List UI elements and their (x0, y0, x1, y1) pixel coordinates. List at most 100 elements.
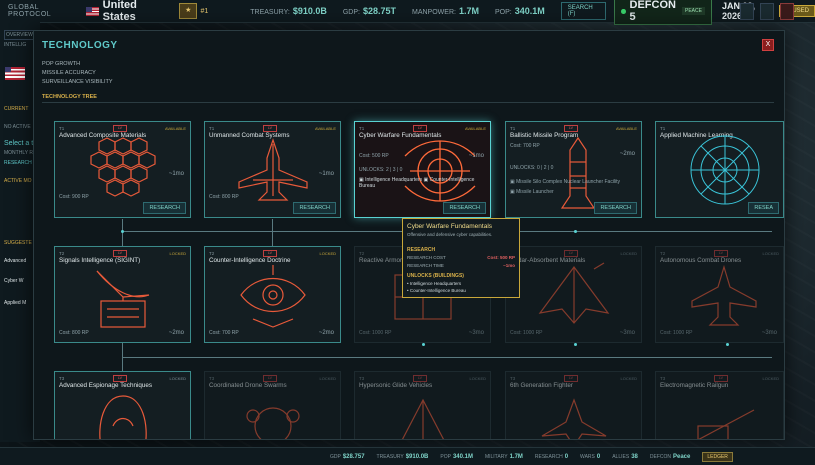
tier-badge: LV (714, 250, 728, 257)
research-time: ~1mo (318, 171, 334, 177)
research-time: ~1mo (168, 171, 184, 177)
exit-button[interactable] (780, 3, 794, 20)
defcon-level: DEFCON 5 (629, 0, 676, 23)
tech-card-ballistic-missile-program[interactable]: T1 LV AVAILABLE Ballistic Missile Progra… (505, 121, 642, 218)
tier-badge: LV (564, 125, 578, 132)
intel-tab[interactable]: INTELLIG (4, 42, 26, 48)
suggested-heading: SUGGESTE (4, 240, 32, 246)
tier-badge: LV (113, 125, 127, 132)
research-cost: Cost: 1000 RP (660, 330, 693, 336)
tech-card-6th-generation-fighter[interactable]: T3 LV LOCKED 6th Generation Fighter (505, 371, 642, 439)
unlock-item: ▣ Intelligence Headquarters ▣ Counter-In… (359, 177, 475, 189)
close-button[interactable]: X (762, 39, 774, 51)
tree-node (574, 343, 577, 346)
tech-card-unmanned-combat-systems[interactable]: T1 LV AVAILABLE Unmanned Combat Systems … (204, 121, 341, 218)
tier-label: T1 (660, 126, 666, 131)
research-cost: Cost: 800 RP (59, 330, 89, 336)
manpower-stat: MANPOWER: 1.7M (412, 6, 479, 16)
pop-stat: POP: 340.1M (494, 6, 545, 16)
tech-card-advanced-composite-materials[interactable]: T1 LV AVAILABLE Advanced Composite Mater… (54, 121, 191, 218)
status-label: LOCKED (762, 376, 779, 381)
drone-swarm-icon (246, 407, 300, 439)
tooltip-description: Offensive and defensive cyber capabiliti… (407, 232, 493, 237)
research-cost: Cost: 1000 RP (510, 330, 543, 336)
suggested-item[interactable]: Applied M (4, 300, 26, 306)
suggested-item[interactable]: Advanced (4, 258, 26, 264)
research-button[interactable]: RESEA (748, 202, 779, 214)
tech-card-radar-absorbent-materials[interactable]: T2 LV LOCKED Radar-Absorbent Materials ~… (505, 246, 642, 343)
modal-title: TECHNOLOGY (42, 40, 118, 51)
tier-badge: LV (413, 375, 427, 382)
menu-button[interactable] (760, 3, 774, 20)
tech-card-advanced-espionage-techniques[interactable]: T3 LV LOCKED Advanced Espionage Techniqu… (54, 371, 191, 439)
tech-card-autonomous-combat-drones[interactable]: T2 LV LOCKED Autonomous Combat Drones ~3… (655, 246, 784, 343)
tier-badge: LV (263, 375, 277, 382)
tree-node (422, 343, 425, 346)
tier-badge: LV (413, 125, 427, 132)
metric-missile-accuracy: MISSILE ACCURACY (42, 70, 96, 76)
stealth-jet-icon (538, 262, 610, 324)
tree-connector (272, 219, 273, 246)
status-label: AVAILABLE (165, 126, 186, 131)
research-label: RESEARCH (4, 160, 32, 166)
status-label: AVAILABLE (616, 126, 637, 131)
glide-vehicle-icon (401, 398, 445, 439)
status-label: LOCKED (319, 251, 336, 256)
bottom-wars: WARS 0 (580, 453, 601, 460)
monthly-label: MONTHLY R (4, 150, 33, 156)
tech-card-applied-machine-learning[interactable]: T1 Applied Machine Learning RESEA (655, 121, 784, 218)
tree-node (726, 343, 729, 346)
tier-label: T2 (359, 251, 365, 256)
current-heading: CURRENT (4, 106, 29, 112)
bottom-bar: GDP $28.757 TREASURY $910.0B POP 340.1M MIL… (0, 447, 815, 465)
tier-label: T3 (660, 376, 666, 381)
tier-badge: LV (564, 375, 578, 382)
status-label: AVAILABLE (465, 126, 486, 131)
research-time: ~1mo (468, 153, 484, 159)
research-cost: Cost: 500 RP (359, 153, 389, 159)
drone-jet-icon (238, 138, 308, 201)
suggested-item[interactable]: Cyber W (4, 278, 23, 284)
us-flag-icon (85, 6, 99, 16)
bottom-pop: POP 340.1M (440, 453, 473, 460)
status-label: LOCKED (319, 376, 336, 381)
status-label: LOCKED (169, 376, 186, 381)
speed-button[interactable] (740, 3, 754, 20)
bottom-gdp: GDP $28.757 (330, 453, 365, 460)
neural-network-globe-icon (690, 135, 760, 205)
defcon-state: PEACE (681, 7, 705, 15)
ledger-button[interactable]: LEDGER (702, 451, 733, 462)
tier-badge: LV (113, 375, 127, 382)
status-label: LOCKED (762, 251, 779, 256)
tech-card-hypersonic-glide-vehicles[interactable]: T3 LV LOCKED Hypersonic Glide Vehicles (354, 371, 491, 439)
tier-label: T1 (510, 126, 516, 131)
defcon-indicator[interactable]: DEFCON 5 PEACE (614, 0, 712, 25)
missile-icon (560, 136, 596, 209)
research-button[interactable]: RESEARCH (293, 202, 336, 214)
divider (42, 102, 774, 103)
overview-tab[interactable]: OVERVIEW (4, 30, 35, 40)
tooltip-cost-row: RESEARCH COST Cost: 500 RP (407, 255, 515, 260)
select-link[interactable]: Select a t (4, 140, 33, 147)
research-time: ~3mo (761, 330, 777, 336)
search-button[interactable]: SEARCH (F) (560, 2, 607, 20)
research-button[interactable]: RESEARCH (594, 202, 637, 214)
status-label: LOCKED (620, 376, 637, 381)
tech-card-coordinated-drone-swarms[interactable]: T3 LV LOCKED Coordinated Drone Swarms (204, 371, 341, 439)
tech-card-electromagnetic-railgun[interactable]: T3 LV LOCKED Electromagnetic Railgun (655, 371, 784, 439)
drone-icon (691, 264, 757, 326)
cyber-circuit-icon (404, 140, 476, 202)
status-dot-icon (621, 8, 626, 14)
research-button[interactable]: RESEARCH (443, 202, 486, 214)
research-button[interactable]: RESEARCH (143, 202, 186, 214)
tech-card-signals-intelligence[interactable]: T2 LV LOCKED Signals Intelligence (SIGIN… (54, 246, 191, 343)
tech-card-counter-intelligence-doctrine[interactable]: T2 LV LOCKED Counter-Intelligence Doctri… (204, 246, 341, 343)
status-label: AVAILABLE (315, 126, 336, 131)
tech-card-cyber-warfare-fundamentals[interactable]: T1 LV AVAILABLE Cyber Warfare Fundamenta… (354, 121, 491, 218)
bottom-military: MILITARY 1.7M (484, 453, 523, 460)
unlock-item: ▣ Missile Launcher (510, 189, 554, 195)
research-time: ~3mo (619, 330, 635, 336)
tier-label: T2 (209, 251, 215, 256)
country-name[interactable]: United States (103, 0, 167, 23)
unlocks-count: UNLOCKS: 0 | 2 | 0 (510, 165, 554, 171)
